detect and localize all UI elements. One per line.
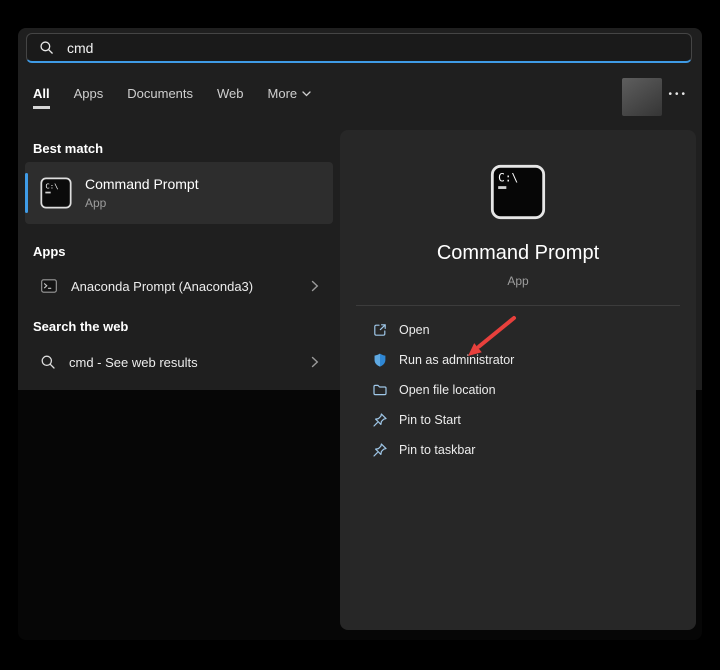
action-open-file-location[interactable]: Open file location: [340, 375, 696, 405]
search-input[interactable]: [65, 39, 679, 57]
windows-search-screen: { "colors": { "accent": "#3f9be6", "pane…: [0, 0, 720, 670]
best-match-result[interactable]: C:\ Command Prompt App: [25, 162, 333, 224]
action-label: Pin to Start: [399, 413, 461, 427]
search-filter-tabs: All Apps Documents Web More: [33, 86, 311, 109]
gray-tile: [622, 78, 662, 116]
folder-icon: [372, 382, 388, 398]
svg-text:C:\: C:\: [45, 181, 58, 190]
pin-icon: [372, 442, 388, 458]
action-open[interactable]: Open: [340, 315, 696, 345]
app-result-anaconda[interactable]: Anaconda Prompt (Anaconda3): [25, 267, 333, 305]
search-the-web-heading: Search the web: [33, 319, 128, 334]
tab-all[interactable]: All: [33, 86, 50, 109]
terminal-icon: [40, 277, 58, 295]
tab-documents[interactable]: Documents: [127, 86, 193, 109]
preview-title: Command Prompt: [340, 242, 696, 265]
apps-heading: Apps: [33, 244, 66, 259]
divider: [356, 305, 680, 306]
web-result[interactable]: cmd - See web results: [25, 343, 333, 381]
selection-accent-bar: [25, 173, 28, 213]
svg-text:C:\: C:\: [498, 172, 518, 185]
web-result-label: cmd - See web results: [69, 355, 294, 370]
command-prompt-icon: C:\: [40, 177, 72, 209]
action-label: Open file location: [399, 383, 496, 397]
search-flyout: All Apps Documents Web More ••• Best mat…: [18, 28, 702, 640]
preview-subtitle: App: [340, 274, 696, 288]
action-run-as-administrator[interactable]: Run as administrator: [340, 345, 696, 375]
best-match-heading: Best match: [33, 141, 103, 156]
search-box[interactable]: [26, 33, 692, 63]
tab-web[interactable]: Web: [217, 86, 244, 109]
more-options-icon[interactable]: •••: [668, 90, 688, 100]
pin-icon: [372, 412, 388, 428]
best-match-subtitle: App: [85, 196, 199, 210]
search-icon: [39, 40, 54, 55]
best-match-title: Command Prompt: [85, 176, 199, 193]
action-list: Open Run as administrator Open file: [340, 315, 696, 465]
best-match-text: Command Prompt App: [85, 176, 199, 210]
app-result-label: Anaconda Prompt (Anaconda3): [71, 279, 294, 294]
preview-pane: C:\ Command Prompt App Open: [340, 130, 696, 630]
chevron-right-icon[interactable]: [307, 354, 323, 370]
admin-shield-icon: [372, 352, 388, 368]
chevron-down-icon: [302, 91, 311, 97]
action-label: Open: [399, 323, 430, 337]
action-label: Run as administrator: [399, 353, 514, 367]
chevron-right-icon[interactable]: [307, 278, 323, 294]
open-icon: [372, 322, 388, 338]
action-pin-to-start[interactable]: Pin to Start: [340, 405, 696, 435]
search-icon: [40, 354, 56, 370]
command-prompt-icon: C:\: [490, 164, 546, 220]
action-pin-to-taskbar[interactable]: Pin to taskbar: [340, 435, 696, 465]
tab-more[interactable]: More: [268, 86, 312, 109]
action-label: Pin to taskbar: [399, 443, 475, 457]
tab-apps[interactable]: Apps: [74, 86, 104, 109]
